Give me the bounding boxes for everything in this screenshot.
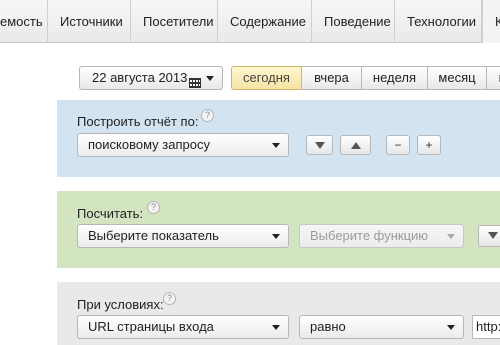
calculate-panel: Посчитать: ? Выберите показатель Выберит… [57, 191, 500, 268]
help-icon[interactable]: ? [201, 109, 214, 122]
tab-capacity[interactable]: емость [0, 0, 48, 43]
calculate-label: Посчитать: [77, 206, 144, 221]
period-month[interactable]: месяц [427, 66, 487, 90]
tab-visitors[interactable]: Посетители [131, 0, 218, 43]
remove-button[interactable]: − [386, 135, 410, 155]
top-nav: емость Источники Посетители Содержание П… [0, 0, 500, 43]
report-panel: Построить отчёт по: ? поисковому запросу… [57, 100, 500, 177]
condition-field-value: URL страницы входа [88, 319, 214, 334]
chevron-down-icon [272, 325, 280, 330]
triangle-down-icon [314, 142, 325, 150]
extra-dropdown-button[interactable] [478, 225, 500, 247]
report-by-value: поисковому запросу [88, 137, 210, 152]
chevron-down-icon [272, 143, 280, 148]
report-by-select[interactable]: поисковому запросу [77, 133, 289, 157]
period-week[interactable]: неделя [361, 66, 428, 90]
help-icon[interactable]: ? [163, 292, 176, 305]
condition-value-text: http:/ [476, 319, 500, 334]
triangle-down-icon [488, 232, 498, 240]
function-value: Выберите функцию [310, 228, 429, 243]
chevron-down-icon [272, 234, 280, 239]
conditions-panel: При условиях: ? URL страницы входа равно… [57, 282, 500, 345]
tab-sources[interactable]: Источники [48, 0, 131, 43]
period-yesterday[interactable]: вчера [301, 66, 362, 90]
chevron-down-icon [447, 325, 455, 330]
function-select[interactable]: Выберите функцию [299, 224, 464, 248]
chevron-down-icon [447, 234, 455, 239]
period-today[interactable]: сегодня [231, 66, 302, 90]
date-picker-button[interactable]: 22 августа 2013 [79, 66, 223, 90]
condition-operator-value: равно [310, 319, 346, 334]
metric-value: Выберите показатель [88, 228, 219, 243]
add-button[interactable]: + [417, 135, 441, 155]
sort-asc-button[interactable] [340, 135, 371, 155]
condition-value-input[interactable]: http:/ [472, 315, 500, 339]
period-year[interactable]: г [486, 66, 500, 90]
tab-more[interactable]: К [482, 0, 500, 43]
conditions-label: При условиях: [77, 297, 164, 312]
help-icon[interactable]: ? [147, 201, 160, 214]
triangle-up-icon [350, 142, 361, 150]
caret-down-icon [206, 76, 214, 81]
metric-select[interactable]: Выберите показатель [77, 224, 289, 248]
condition-operator-select[interactable]: равно [299, 315, 464, 339]
tab-content[interactable]: Содержание [218, 0, 312, 43]
sort-desc-button[interactable] [306, 135, 333, 155]
report-label: Построить отчёт по: [77, 114, 199, 129]
date-label: 22 августа 2013 [92, 70, 188, 85]
calendar-icon [189, 73, 201, 88]
condition-field-select[interactable]: URL страницы входа [77, 315, 289, 339]
tab-behavior[interactable]: Поведение [312, 0, 395, 43]
tab-technologies[interactable]: Технологии [395, 0, 482, 43]
